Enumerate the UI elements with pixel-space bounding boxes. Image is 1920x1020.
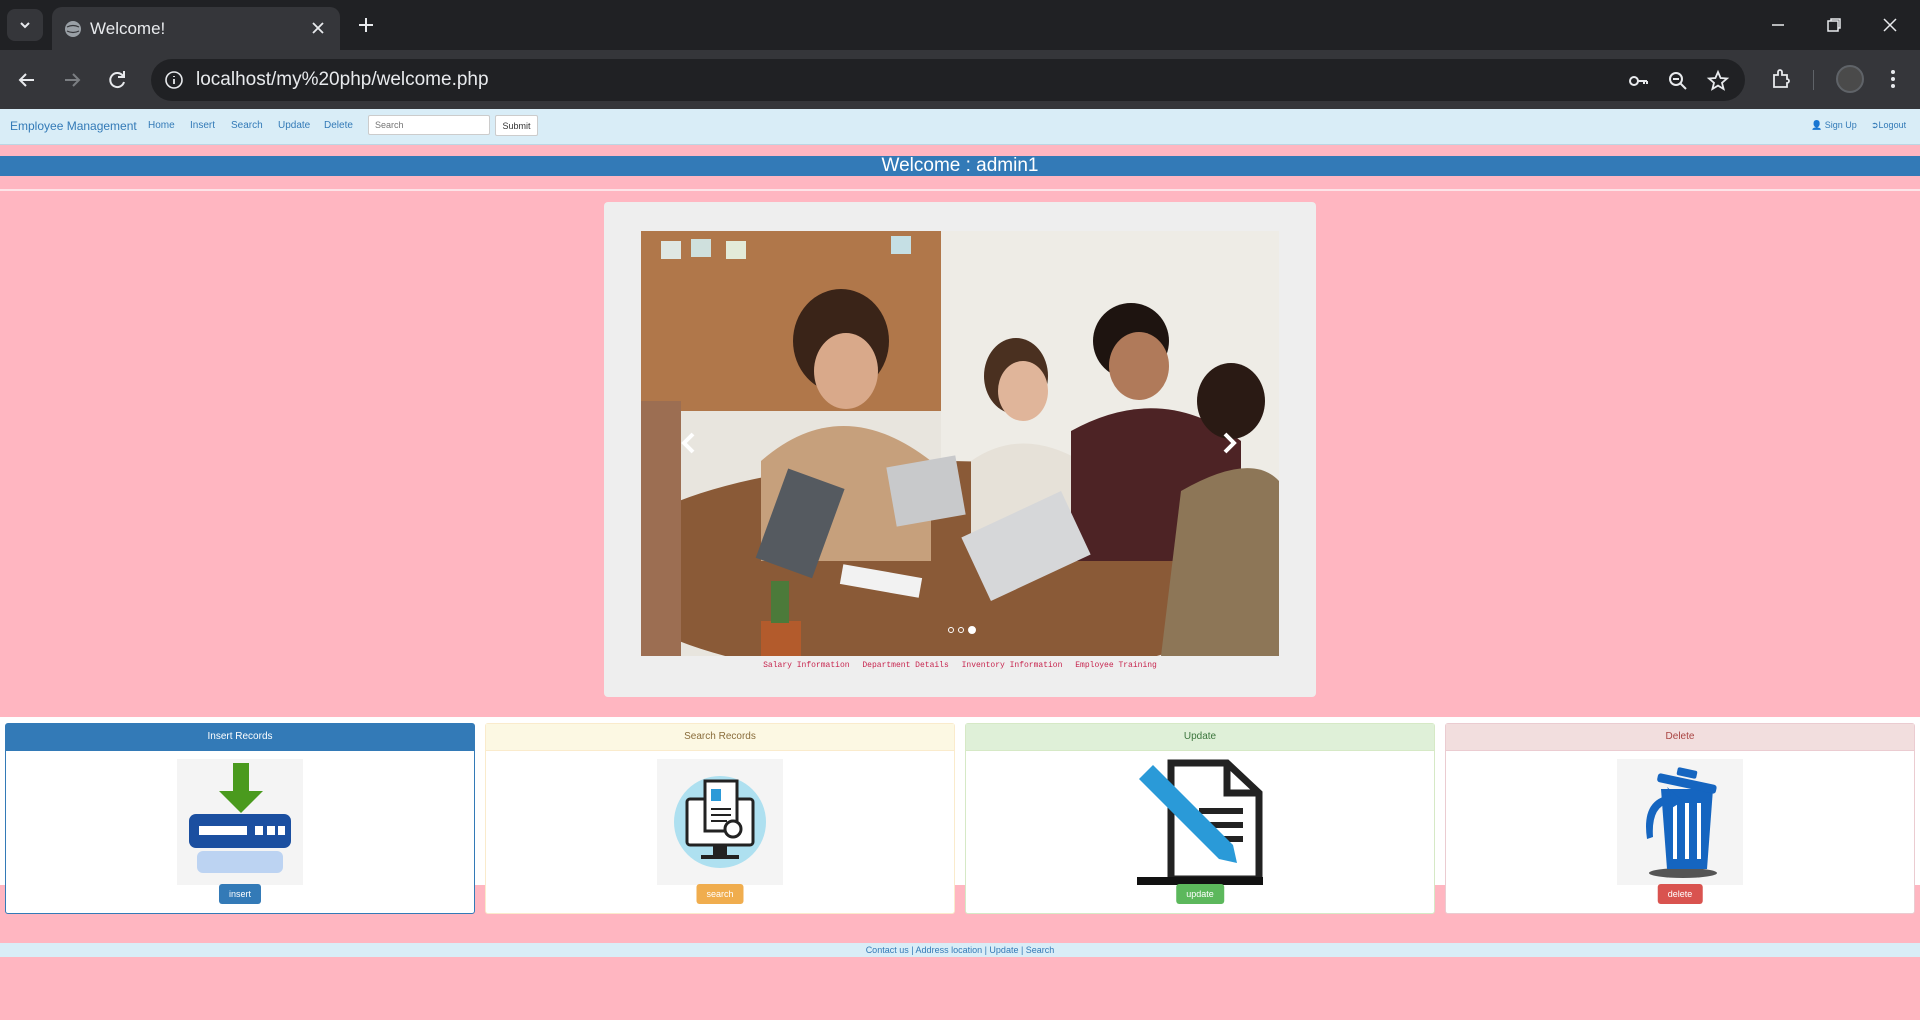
nav-insert-link[interactable]: Insert bbox=[190, 120, 215, 131]
delete-button[interactable]: delete bbox=[1657, 884, 1703, 904]
extensions-icon[interactable] bbox=[1768, 66, 1794, 92]
update-button[interactable]: update bbox=[1176, 884, 1224, 904]
nav-delete-link[interactable]: Delete bbox=[324, 120, 353, 131]
carousel-indicators bbox=[948, 626, 976, 634]
toolbar-divider bbox=[1813, 70, 1814, 90]
forward-icon[interactable] bbox=[59, 67, 85, 93]
carousel-prev-icon[interactable] bbox=[679, 431, 699, 455]
tab-search-button[interactable] bbox=[7, 9, 43, 41]
nav-search-link[interactable]: Search bbox=[231, 120, 263, 131]
carousel-indicator-2[interactable] bbox=[958, 627, 964, 633]
profile-avatar[interactable] bbox=[1836, 65, 1864, 93]
update-card: Update update bbox=[965, 723, 1435, 914]
search-records-icon bbox=[657, 759, 783, 885]
card-header: Search Records bbox=[486, 724, 954, 751]
carousel-panel: Salary Information Department Details In… bbox=[604, 202, 1316, 697]
search-button[interactable]: search bbox=[696, 884, 744, 904]
restore-icon[interactable] bbox=[1821, 12, 1847, 38]
key-icon[interactable] bbox=[1626, 69, 1650, 93]
caption-training: Employee Training bbox=[1075, 661, 1157, 670]
caption-department: Department Details bbox=[862, 661, 949, 670]
bookmark-star-icon[interactable] bbox=[1706, 69, 1730, 93]
browser-tab-bar: Welcome! bbox=[0, 0, 1920, 50]
insert-card: Insert Records insert bbox=[5, 723, 475, 914]
card-header: Insert Records bbox=[6, 724, 474, 751]
site-info-icon[interactable] bbox=[163, 69, 185, 91]
user-icon: 👤 bbox=[1811, 120, 1823, 130]
sign-up-label: Sign Up bbox=[1824, 120, 1857, 130]
caption-inventory: Inventory Information bbox=[961, 661, 1063, 670]
divider bbox=[0, 189, 1920, 191]
submit-button[interactable]: Submit bbox=[495, 115, 538, 136]
back-icon[interactable] bbox=[14, 67, 40, 93]
chevron-down-icon bbox=[20, 22, 30, 29]
site-navbar: Employee Management Home Insert Search U… bbox=[0, 109, 1920, 145]
browser-tab[interactable]: Welcome! bbox=[52, 7, 340, 50]
nav-update-link[interactable]: Update bbox=[278, 120, 310, 131]
logout-icon: ➲ bbox=[1871, 120, 1879, 130]
reload-icon[interactable] bbox=[104, 67, 130, 93]
search-input[interactable] bbox=[368, 115, 490, 135]
edit-document-icon bbox=[1137, 759, 1263, 885]
carousel-next-icon[interactable] bbox=[1219, 431, 1239, 455]
insert-button[interactable]: insert bbox=[218, 884, 262, 904]
globe-icon bbox=[65, 21, 81, 37]
logout-label: Logout bbox=[1878, 120, 1907, 130]
caption-salary: Salary Information bbox=[763, 661, 850, 670]
url-text: localhost/my%20php/welcome.php bbox=[196, 69, 489, 90]
welcome-banner: Welcome : admin1 bbox=[0, 156, 1920, 176]
delete-card: Delete delete bbox=[1445, 723, 1915, 914]
carousel-indicator-1[interactable] bbox=[948, 627, 954, 633]
new-tab-icon[interactable] bbox=[353, 12, 379, 38]
web-page: Employee Management Home Insert Search U… bbox=[0, 109, 1920, 1020]
close-tab-icon[interactable] bbox=[308, 18, 328, 38]
sign-up-link[interactable]: 👤 Sign Up bbox=[1811, 120, 1857, 131]
office-meeting-photo bbox=[641, 231, 1279, 656]
card-header: Update bbox=[966, 724, 1434, 751]
logout-link[interactable]: ➲Logout bbox=[1871, 120, 1906, 131]
tab-title: Welcome! bbox=[90, 19, 166, 38]
menu-icon[interactable] bbox=[1880, 66, 1906, 92]
insert-database-icon bbox=[177, 759, 303, 885]
site-footer[interactable]: Contact us | Address location | Update |… bbox=[0, 943, 1920, 957]
trash-icon bbox=[1617, 759, 1743, 885]
carousel-captions: Salary Information Department Details In… bbox=[604, 661, 1316, 670]
minimize-icon[interactable] bbox=[1765, 12, 1791, 38]
zoom-icon[interactable] bbox=[1666, 69, 1690, 93]
carousel-indicator-3[interactable] bbox=[968, 626, 976, 634]
close-window-icon[interactable] bbox=[1877, 12, 1903, 38]
browser-toolbar: localhost/my%20php/welcome.php bbox=[0, 50, 1920, 109]
nav-home-link[interactable]: Home bbox=[148, 120, 175, 131]
brand-link[interactable]: Employee Management bbox=[10, 119, 137, 133]
card-header: Delete bbox=[1446, 724, 1914, 751]
search-card: Search Records search bbox=[485, 723, 955, 914]
image-carousel[interactable] bbox=[641, 231, 1279, 656]
address-bar[interactable]: localhost/my%20php/welcome.php bbox=[151, 59, 1745, 101]
